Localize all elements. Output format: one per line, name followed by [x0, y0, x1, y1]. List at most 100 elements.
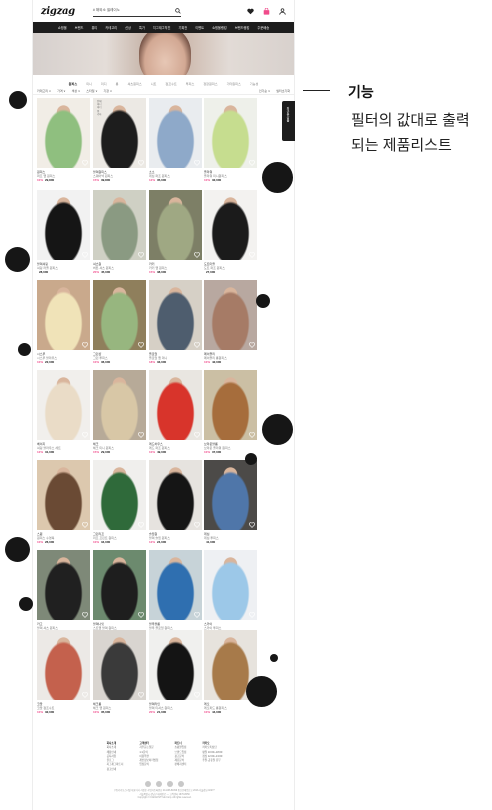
filter-dropdown-button[interactable]: 스타일 ∨ [86, 89, 97, 93]
product-card[interactable]: 브라운블룸 브라운 플라워 원피스 10% 37,000 [204, 370, 257, 455]
bag-icon[interactable] [263, 7, 270, 15]
wishlist-heart-icon[interactable] [138, 432, 144, 438]
product-card[interactable]: 블랙셔링 셔링 러플 원피스 28,000 [37, 190, 90, 275]
product-image[interactable] [149, 98, 202, 168]
product-card[interactable]: 블랙나잇스트랩 블랙 원피스10%30,000 [93, 550, 146, 635]
product-image[interactable] [204, 190, 257, 260]
sort-dropdown[interactable]: 인기순 ∨ [259, 89, 270, 93]
wishlist-heart-icon[interactable] [82, 160, 88, 166]
instagram-icon[interactable] [145, 781, 151, 788]
nav-item[interactable]: 브랜드랭킹 [235, 25, 250, 30]
wishlist-heart-icon[interactable] [138, 692, 144, 698]
wishlist-heart-icon[interactable] [82, 432, 88, 438]
wishlist-heart-icon[interactable] [138, 612, 144, 618]
product-card[interactable]: 코랄 코랄 점프수트 10% 32,000 [37, 630, 90, 715]
product-card[interactable]: 레드하우스 레드 퍼프 원피스 10% 49,000 [149, 370, 202, 455]
category-tab[interactable]: 원피스 [69, 81, 78, 86]
nav-item[interactable]: 특가 [139, 25, 145, 30]
product-image[interactable] [93, 190, 146, 260]
product-image[interactable] [93, 550, 146, 620]
product-card[interactable]: 체크룸 체크 랩 원피스 10% 35,000 [93, 630, 146, 715]
blog-icon[interactable] [178, 781, 184, 788]
footer-link[interactable]: 판매자센터 [174, 763, 186, 767]
product-image[interactable] [37, 630, 90, 700]
product-card[interactable]: 블루블룸블루 플로럴 원피스15%36,000 [149, 550, 202, 635]
product-card[interactable]: 블랙라인 블랙 티셔츠 원피스 20% 21,000 [149, 630, 202, 715]
product-card[interactable]: 카키 카키 랩 원피스 15% 38,000 [149, 190, 202, 275]
product-card[interactable]: 도트마을 도트 퍼프 원피스 27,000 [204, 190, 257, 275]
search-input[interactable]: # 해외소 셀레이노 [92, 6, 181, 17]
category-tab[interactable]: 기능성 [250, 81, 259, 86]
category-tab[interactable]: 기타원피스 [227, 81, 241, 86]
product-image[interactable] [93, 460, 146, 530]
wishlist-heart-icon[interactable] [82, 252, 88, 258]
nav-item[interactable]: 쇼핑몰랭킹 [212, 25, 227, 30]
wishlist-heart-icon[interactable] [82, 612, 88, 618]
wishlist-heart-icon[interactable] [249, 432, 255, 438]
wishlist-heart-icon[interactable] [138, 522, 144, 528]
nav-item[interactable]: 브랜드 [75, 25, 84, 30]
product-image[interactable] [37, 280, 90, 350]
product-image[interactable] [93, 280, 146, 350]
product-image[interactable] [204, 98, 257, 168]
category-tab[interactable]: 점프수트 [165, 81, 176, 86]
product-card[interactable]: 슬립원 블랙 슬립 원피스 12% 24,000 [149, 460, 202, 545]
wishlist-heart-icon[interactable] [194, 252, 200, 258]
dropdown-option[interactable]: 기타 [97, 113, 107, 116]
wishlist-heart-icon[interactable] [194, 160, 200, 166]
product-image[interactable] [149, 460, 202, 530]
product-card[interactable]: 원피스 퍼프 랩 원피스 10% 29,800 [37, 98, 90, 183]
wishlist-heart-icon[interactable] [138, 252, 144, 258]
product-image[interactable] [37, 550, 90, 620]
search-icon[interactable] [175, 7, 181, 14]
reset-filter-button[interactable]: 필터초기화 [276, 89, 290, 93]
wishlist-heart-icon[interactable] [249, 522, 255, 528]
wishlist-heart-icon[interactable] [138, 160, 144, 166]
nav-item[interactable]: 이벤트 [195, 25, 204, 30]
product-image[interactable] [37, 98, 90, 168]
category-tab[interactable]: 롱 [116, 81, 119, 86]
nav-item[interactable]: 쇼핑몰 [58, 25, 67, 30]
product-card[interactable]: 스카이스카이 투피스10%33,000 [204, 550, 257, 635]
product-card[interactable]: 그린샵 그린 투피스 10% 36,000 [93, 280, 146, 365]
footer-link[interactable]: 광고안내 [107, 768, 124, 772]
product-image[interactable] [37, 370, 90, 440]
product-image[interactable] [149, 190, 202, 260]
product-card[interactable]: 스윔 원피스 수영복 10% 26,000 [37, 460, 90, 545]
user-icon[interactable] [279, 7, 286, 15]
category-tab[interactable]: 미니 [86, 81, 92, 86]
wishlist-heart-icon[interactable] [138, 342, 144, 348]
wishlist-heart-icon[interactable] [194, 522, 200, 528]
product-card[interactable]: 플로럴 플로럴 랩 미니 18% 33,000 [149, 280, 202, 365]
wishlist-heart-icon[interactable] [194, 692, 200, 698]
product-image[interactable] [149, 370, 202, 440]
facebook-icon[interactable] [167, 781, 173, 788]
category-tab[interactable]: 투피스 [186, 81, 195, 86]
product-card[interactable]: 소소 데님 퍼프 원피스 12% 35,000 [149, 98, 202, 183]
product-image[interactable] [204, 280, 257, 350]
wishlist-heart-icon[interactable] [194, 612, 200, 618]
filter-dropdown[interactable]: 전체 미니 미디 롱 기타 [97, 100, 107, 116]
wishlist-heart-icon[interactable] [82, 342, 88, 348]
filter-dropdown-button[interactable]: 색상 ∨ [72, 89, 81, 93]
filter-dropdown-button[interactable]: 기장 ∨ [104, 89, 113, 93]
product-image[interactable] [37, 190, 90, 260]
wishlist-heart-icon[interactable] [249, 612, 255, 618]
product-image[interactable] [149, 630, 202, 700]
product-card[interactable]: 데님 데님 투피스 41,000 [204, 460, 257, 545]
wishlist-heart-icon[interactable] [249, 160, 255, 166]
product-image[interactable] [204, 370, 257, 440]
product-image[interactable] [93, 630, 146, 700]
footer-link[interactable]: 주말·공휴일 휴무 [202, 759, 222, 763]
product-card[interactable]: 체크 체크 미니 원피스 15% 29,000 [93, 370, 146, 455]
youtube-icon[interactable] [156, 781, 162, 788]
nav-item[interactable]: 기획전 [178, 25, 187, 30]
category-tab[interactable]: 정장원피스 [203, 81, 217, 86]
wishlist-heart-icon[interactable] [194, 432, 200, 438]
product-card[interactable]: 페이즐리 페이즐리 롱원피스 10% 42,000 [204, 280, 257, 365]
wishlist-heart-icon[interactable] [194, 342, 200, 348]
product-card[interactable]: 그린리프 리프 프린트 원피스 10% 34,000 [93, 460, 146, 545]
product-image[interactable] [149, 280, 202, 350]
product-image[interactable] [149, 550, 202, 620]
nav-item[interactable]: 신상 [125, 25, 131, 30]
